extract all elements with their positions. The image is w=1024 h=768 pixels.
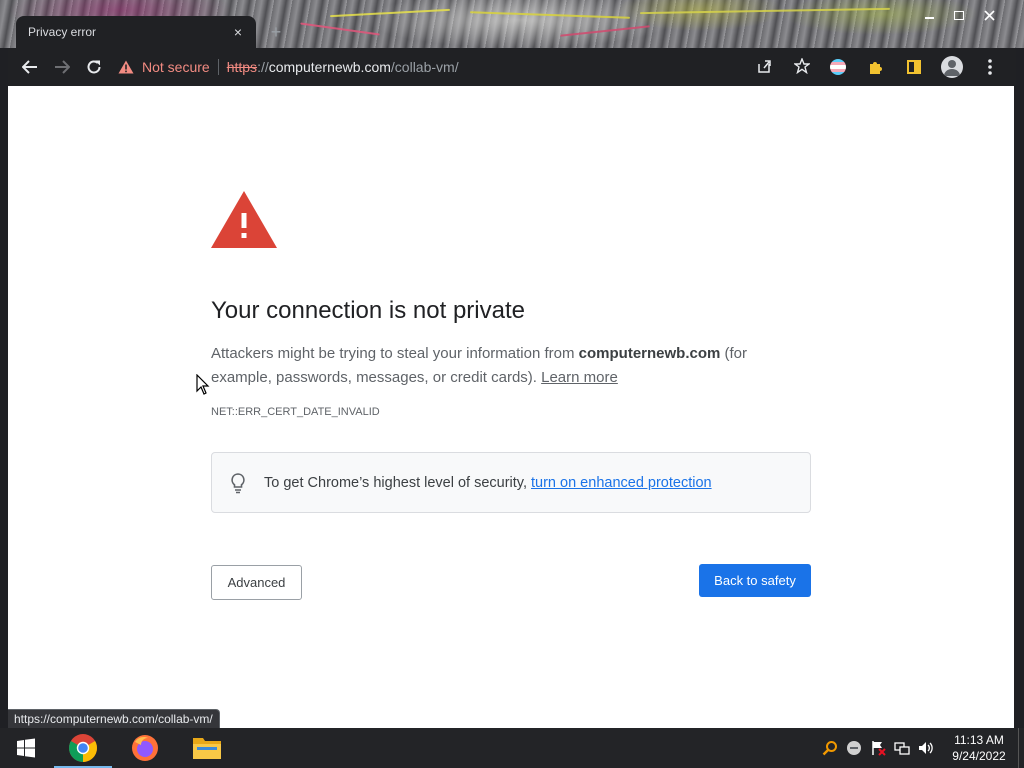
back-button[interactable] [14, 51, 46, 83]
new-tab-button[interactable]: + [266, 22, 286, 42]
status-circle-icon [847, 741, 861, 755]
page-title: Your connection is not private [211, 297, 525, 324]
window-controls [914, 6, 1004, 24]
explanation-text: Attackers might be trying to steal your … [211, 342, 771, 390]
window-titlebar[interactable]: Privacy error × + [0, 0, 1024, 48]
firefox-icon [132, 735, 158, 761]
tray-search[interactable] [818, 728, 842, 768]
wallpaper-decoration [640, 7, 890, 15]
person-icon [944, 60, 960, 76]
flag-badge-icon [830, 59, 846, 75]
menu-button[interactable] [974, 51, 1006, 83]
error-code: NET::ERR_CERT_DATE_INVALID [211, 406, 380, 418]
url-scheme: https [226, 59, 258, 75]
arrow-left-icon [22, 60, 37, 74]
enhanced-protection-box: To get Chrome’s highest level of securit… [211, 452, 811, 513]
kebab-menu-icon [988, 59, 992, 75]
url-path: /collab-vm/ [390, 59, 459, 75]
mouse-cursor-icon [196, 374, 210, 395]
extensions-area [822, 51, 1006, 83]
warning-triangle-icon [211, 191, 277, 248]
tab-title: Privacy error [28, 25, 97, 39]
system-tray: 11:13 AM 9/24/2022 [818, 728, 1024, 768]
page-viewport: Your connection is not private Attackers… [8, 86, 1014, 728]
show-desktop-button[interactable] [1018, 728, 1024, 768]
avatar [941, 56, 963, 78]
url-separator: :// [257, 59, 269, 75]
tray-volume[interactable] [914, 728, 938, 768]
wallpaper-decoration [330, 8, 450, 18]
tray-status[interactable] [842, 728, 866, 768]
taskbar: 11:13 AM 9/24/2022 [0, 728, 1024, 768]
speaker-icon [919, 742, 933, 754]
protection-text: To get Chrome’s highest level of securit… [264, 474, 528, 491]
url-host: computernewb.com [268, 59, 391, 75]
browser-tab-privacy-error[interactable]: Privacy error × [16, 16, 256, 48]
pride-flag-extension[interactable] [822, 51, 854, 83]
enhanced-protection-link[interactable]: turn on enhanced protection [531, 475, 712, 491]
star-icon [792, 56, 812, 74]
not-secure-label: Not secure [142, 59, 210, 75]
profile-button[interactable] [936, 51, 968, 83]
taskbar-chrome[interactable] [52, 728, 114, 768]
security-chip[interactable]: Not secure [118, 59, 219, 75]
wallpaper-decoration [560, 25, 650, 37]
reload-button[interactable] [78, 51, 110, 83]
close-window-button[interactable] [974, 6, 1004, 24]
clock-time: 11:13 AM [954, 733, 1004, 747]
address-bar[interactable]: Not secure https://computernewb.com/coll… [118, 52, 814, 82]
explanation-prefix: Attackers might be trying to steal your … [211, 345, 579, 362]
taskbar-firefox[interactable] [114, 728, 176, 768]
chrome-icon [69, 734, 97, 762]
explanation-host: computernewb.com [578, 345, 721, 362]
start-button[interactable] [0, 728, 52, 768]
magnifier-icon [822, 741, 837, 756]
share-button[interactable] [756, 58, 772, 77]
wallpaper-decoration [300, 22, 380, 36]
browser-toolbar: Not secure https://computernewb.com/coll… [8, 48, 1016, 86]
status-bubble-url: https://computernewb.com/collab-vm/ [8, 709, 220, 728]
bookmark-star-button[interactable] [792, 56, 812, 77]
flag-alert-icon [872, 741, 886, 756]
maximize-button[interactable] [944, 6, 974, 24]
extensions-button[interactable] [860, 51, 892, 83]
wallpaper-decoration [470, 11, 630, 19]
taskbar-file-explorer[interactable] [176, 728, 238, 768]
side-panel-button[interactable] [898, 51, 930, 83]
learn-more-link[interactable]: Learn more [541, 369, 618, 386]
tray-action-center[interactable] [866, 728, 890, 768]
minimize-button[interactable] [914, 6, 944, 24]
arrow-right-icon [55, 60, 70, 74]
taskbar-clock[interactable]: 11:13 AM 9/24/2022 [944, 732, 1014, 764]
share-icon [758, 59, 771, 73]
reload-icon [87, 60, 101, 74]
action-buttons: Advanced Back to safety [211, 564, 811, 600]
clock-date: 9/24/2022 [952, 749, 1006, 763]
network-icon [894, 742, 910, 755]
tab-close-icon[interactable]: × [230, 24, 246, 40]
close-icon [983, 9, 995, 21]
forward-button[interactable] [46, 51, 78, 83]
back-to-safety-button[interactable]: Back to safety [699, 564, 811, 597]
tray-network[interactable] [890, 728, 914, 768]
lightbulb-icon [231, 472, 245, 493]
warning-triangle-icon [118, 60, 134, 74]
puzzle-icon [870, 62, 882, 74]
windows-logo-icon [17, 738, 35, 758]
advanced-button[interactable]: Advanced [211, 565, 302, 600]
file-explorer-icon [193, 738, 221, 759]
side-panel-icon [907, 60, 921, 74]
interstitial-content: Your connection is not private Attackers… [211, 191, 811, 600]
